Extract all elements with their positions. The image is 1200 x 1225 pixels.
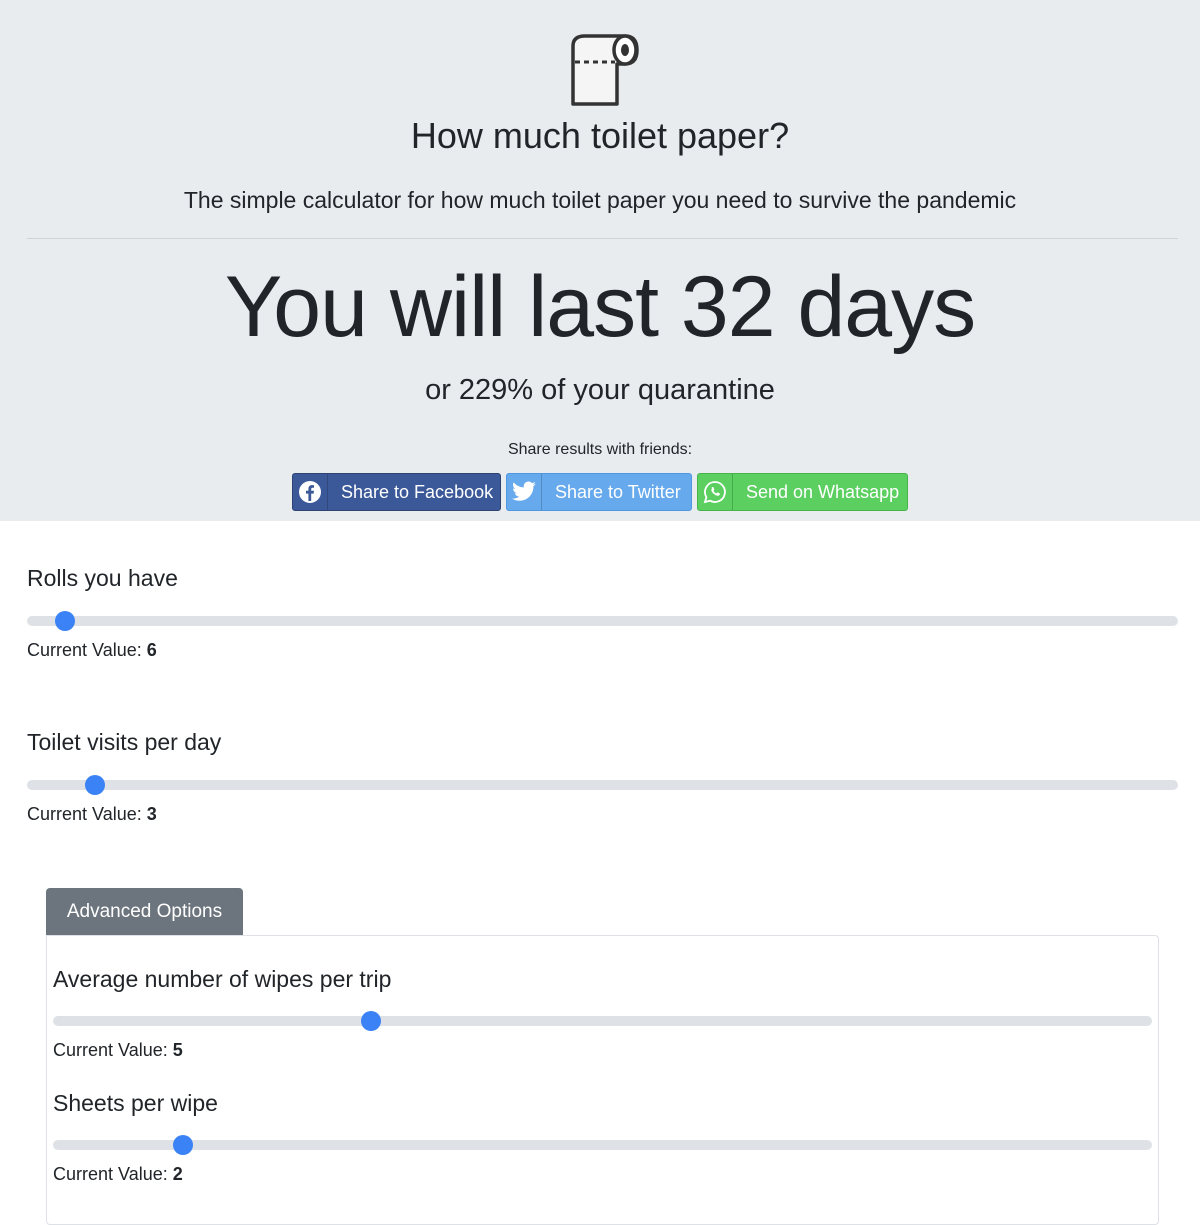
sheets-slider-thumb[interactable]	[172, 1135, 193, 1155]
share-label: Share results with friends:	[507, 441, 693, 458]
rolls-slider-thumb[interactable]	[54, 611, 75, 631]
facebook-icon	[293, 474, 328, 510]
visits-label: Toilet visits per day	[27, 729, 222, 755]
visits-current-label: Current Value:	[27, 804, 147, 824]
share-facebook-label: Share to Facebook	[341, 482, 494, 502]
twitter-icon	[507, 474, 542, 510]
percent-suffix: of your quarantine	[533, 374, 775, 406]
result-headline: You will last 32 days	[0, 255, 1200, 359]
visits-current-value: Current Value: 3	[27, 802, 157, 826]
share-facebook-button[interactable]: Share to Facebook	[292, 473, 501, 511]
share-whatsapp-label: Send on Whatsapp	[746, 482, 900, 502]
sheets-value: 2	[172, 1164, 183, 1184]
sheets-label: Sheets per wipe	[53, 1090, 218, 1116]
rolls-label: Rolls you have	[27, 565, 178, 591]
result-prefix: You will last	[224, 259, 681, 355]
share-twitter-button[interactable]: Share to Twitter	[506, 473, 692, 511]
divider	[27, 238, 1178, 239]
sheets-current-value: Current Value: 2	[53, 1162, 183, 1186]
wipes-value: 5	[172, 1040, 183, 1060]
page-title: How much toilet paper?	[410, 115, 790, 156]
wipes-slider-thumb[interactable]	[360, 1011, 381, 1031]
toilet-paper-roll-icon	[571, 34, 639, 106]
page-subtitle: The simple calculator for how much toile…	[183, 187, 1017, 213]
visits-slider-thumb[interactable]	[84, 775, 105, 795]
result-days: 32	[680, 259, 776, 355]
whatsapp-icon	[698, 474, 733, 510]
wipes-current-value: Current Value: 5	[53, 1038, 183, 1062]
rolls-slider[interactable]	[27, 611, 1178, 631]
quarantine-percent: or 229% of your quarantine	[0, 371, 1200, 409]
rolls-current-value: Current Value: 6	[27, 638, 157, 662]
wipes-current-label: Current Value:	[53, 1040, 173, 1060]
wipes-slider[interactable]	[53, 1011, 1152, 1031]
visits-value: 3	[146, 804, 157, 824]
percent-prefix: or	[425, 374, 459, 406]
visits-slider[interactable]	[27, 775, 1178, 795]
rolls-current-label: Current Value:	[27, 640, 147, 660]
hero-section: How much toilet paper? The simple calcul…	[0, 0, 1200, 521]
rolls-value: 6	[146, 640, 157, 660]
advanced-options-button[interactable]: Advanced Options	[46, 888, 243, 935]
sheets-slider[interactable]	[53, 1135, 1152, 1155]
sheets-current-label: Current Value:	[53, 1164, 173, 1184]
wipes-label: Average number of wipes per trip	[53, 966, 392, 992]
share-twitter-label: Share to Twitter	[555, 482, 681, 502]
result-suffix: days	[774, 259, 976, 355]
percent-value: 229%	[458, 374, 534, 406]
share-whatsapp-button[interactable]: Send on Whatsapp	[697, 473, 908, 511]
